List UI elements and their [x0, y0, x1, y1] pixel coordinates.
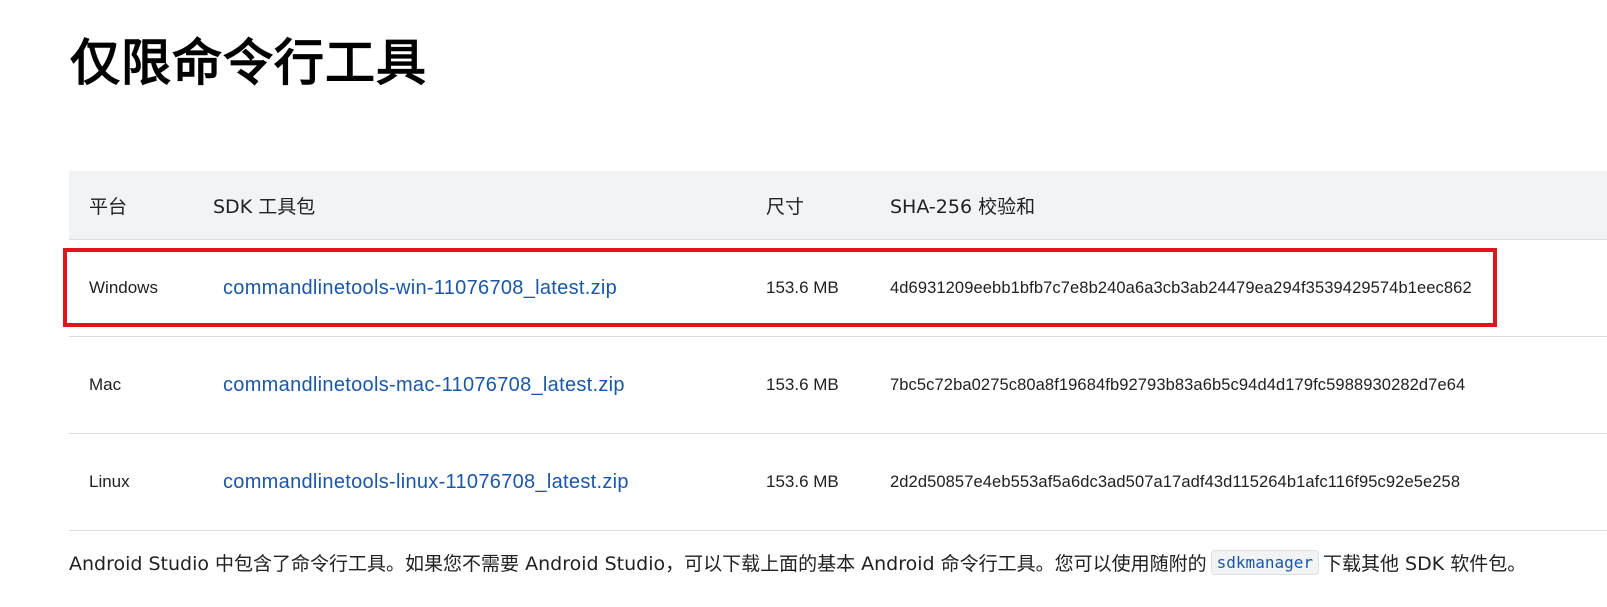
size-cell: 153.6 MB	[766, 278, 839, 297]
download-link-linux[interactable]: commandlinetools-linux-11076708_latest.z…	[223, 471, 629, 494]
footnote-after: 下载其他 SDK 软件包。	[1322, 553, 1527, 575]
sha-cell: 7bc5c72ba0275c80a8f19684fb92793b83a6b5c9…	[890, 375, 1466, 394]
footnote-before: Android Studio 中包含了命令行工具。如果您不需要 Android …	[69, 553, 1207, 575]
sdkmanager-code: sdkmanager	[1210, 550, 1319, 575]
header-package: SDK 工具包	[213, 195, 316, 218]
download-link-mac[interactable]: commandlinetools-mac-11076708_latest.zip	[223, 374, 625, 397]
header-size: 尺寸	[766, 195, 805, 218]
sha-cell: 4d6931209eebb1bfb7c7e8b240a6a3cb3ab24479…	[890, 278, 1472, 297]
platform-cell: Mac	[89, 375, 122, 394]
size-cell: 153.6 MB	[766, 375, 839, 394]
header-sha: SHA-256 校验和	[890, 195, 1036, 218]
package-cell: commandlinetools-mac-11076708_latest.zip	[223, 337, 625, 433]
platform-cell: Linux	[89, 472, 130, 491]
table-header-row: 平台 SDK 工具包 尺寸 SHA-256 校验和	[69, 171, 1607, 240]
size-cell: 153.6 MB	[766, 472, 839, 491]
table-row-linux: Linux commandlinetools-linux-11076708_la…	[69, 434, 1607, 531]
platform-cell: Windows	[89, 278, 158, 297]
sha-cell: 2d2d50857e4eb553af5a6dc3ad507a17adf43d11…	[890, 472, 1461, 491]
download-link-windows[interactable]: commandlinetools-win-11076708_latest.zip	[223, 277, 617, 300]
package-cell: commandlinetools-linux-11076708_latest.z…	[223, 434, 629, 530]
page-title: 仅限命令行工具	[70, 34, 427, 92]
download-table: 平台 SDK 工具包 尺寸 SHA-256 校验和 Windows comman…	[69, 171, 1607, 531]
footnote-text: Android Studio 中包含了命令行工具。如果您不需要 Android …	[69, 549, 1526, 576]
table-row-windows: Windows commandlinetools-win-11076708_la…	[69, 240, 1607, 337]
header-platform: 平台	[89, 195, 128, 218]
package-cell: commandlinetools-win-11076708_latest.zip	[223, 240, 617, 336]
table-row-mac: Mac commandlinetools-mac-11076708_latest…	[69, 337, 1607, 434]
